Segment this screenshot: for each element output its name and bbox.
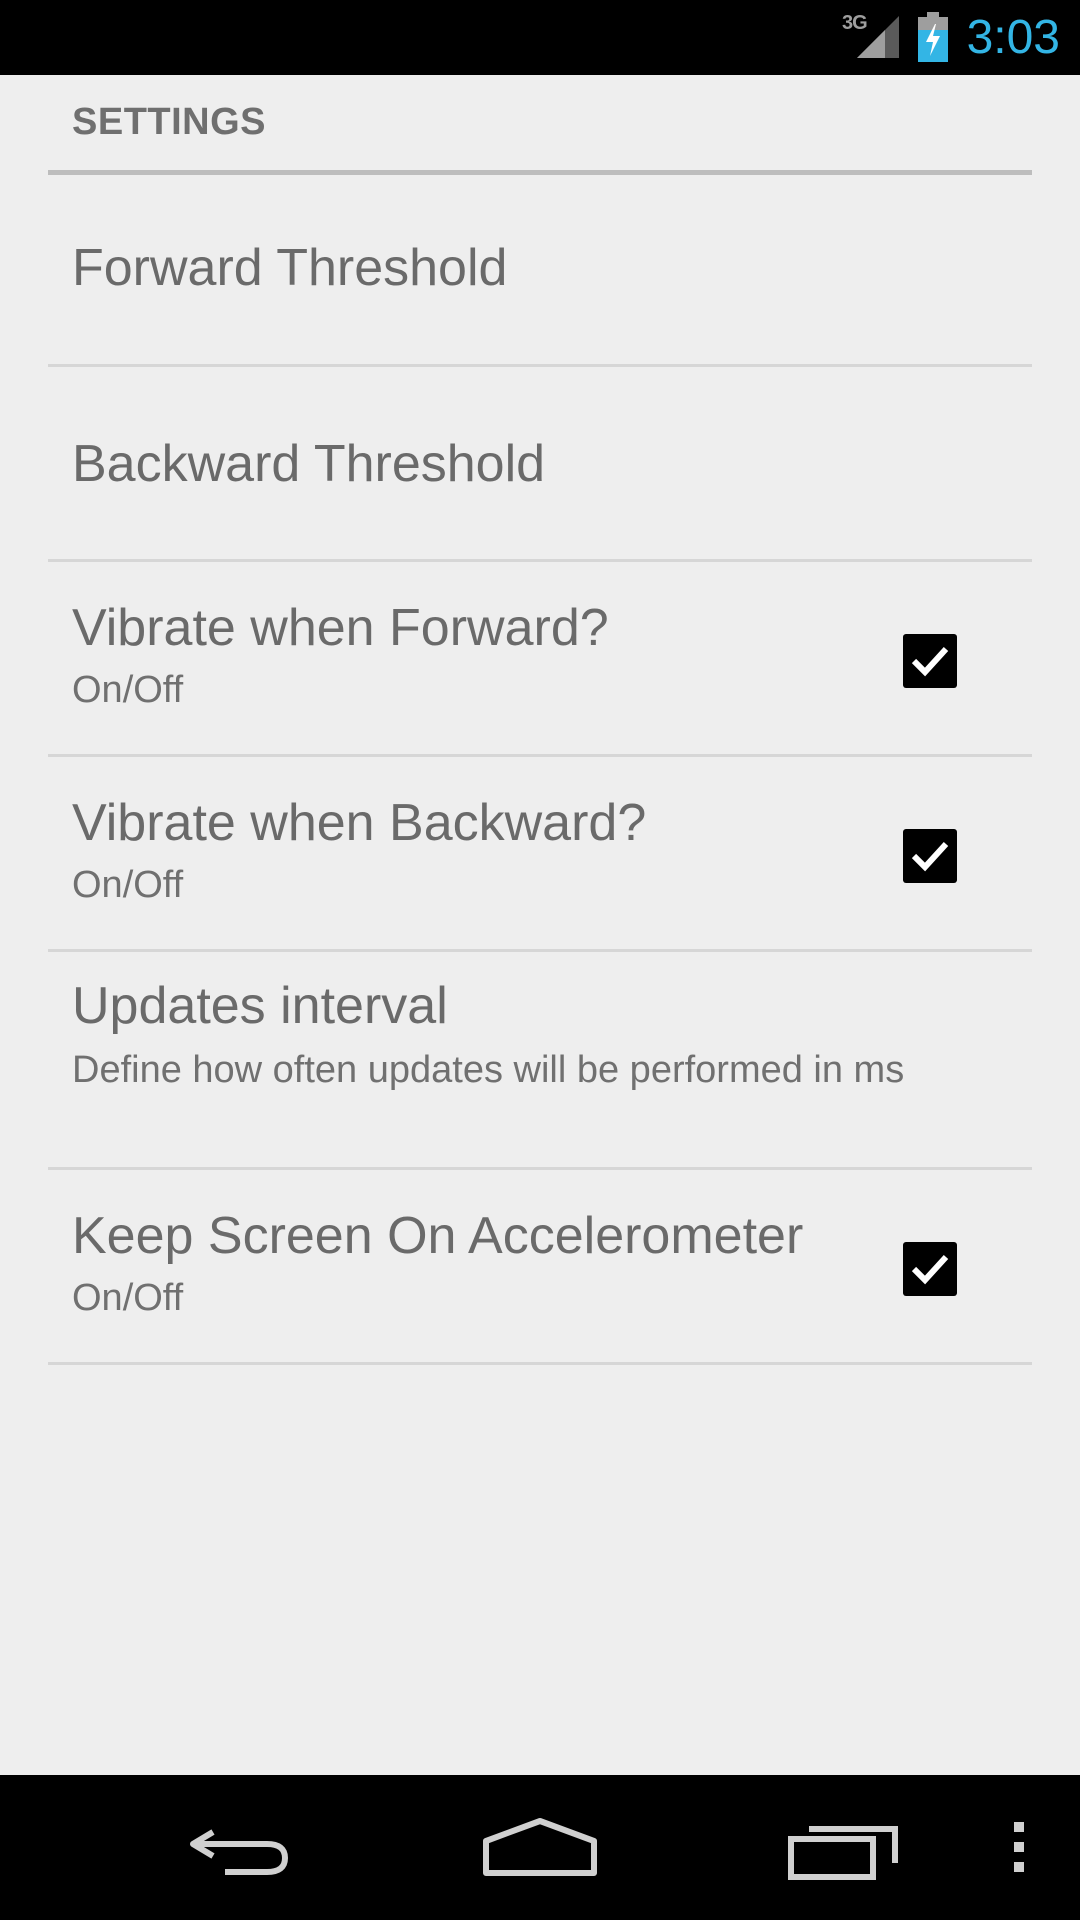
checkmark-icon [911,1254,949,1285]
pref-title: Forward Threshold [72,239,508,297]
pref-updates-interval[interactable]: Updates interval Define how often update… [48,952,1032,1170]
recent-apps-icon [788,1826,898,1880]
status-clock: 3:03 [966,11,1060,64]
home-button[interactable] [460,1775,620,1920]
overflow-menu-icon [1014,1822,1024,1872]
pref-backward-threshold[interactable]: Backward Threshold [48,367,1032,562]
pref-summary: On/Off [72,669,184,711]
pref-keep-screen-on[interactable]: Keep Screen On Accelerometer On/Off [48,1170,1032,1365]
back-button[interactable] [160,1775,320,1920]
overflow-menu-button[interactable] [980,1775,1060,1920]
pref-title: Vibrate when Forward? [72,599,609,657]
pref-summary: On/Off [72,864,184,906]
pref-title: Updates interval [72,977,448,1035]
vibrate-backward-checkbox[interactable] [903,829,957,883]
keep-screen-on-checkbox[interactable] [903,1242,957,1296]
signal-strength-icon [857,16,899,58]
pref-forward-threshold[interactable]: Forward Threshold [48,175,1032,367]
pref-title: Backward Threshold [72,435,546,493]
pref-vibrate-backward[interactable]: Vibrate when Backward? On/Off [48,757,1032,952]
settings-section-header: SETTINGS [48,75,1032,175]
checkmark-icon [911,646,949,677]
pref-title: Keep Screen On Accelerometer [72,1207,804,1265]
vibrate-forward-checkbox[interactable] [903,634,957,688]
checkmark-icon [911,841,949,872]
status-bar: 3G 3:03 [0,0,1080,75]
recent-apps-button[interactable] [765,1775,925,1920]
pref-title: Vibrate when Backward? [72,794,647,852]
section-title: SETTINGS [72,101,267,143]
pref-summary: Define how often updates will be perform… [72,1049,905,1091]
settings-screen: SETTINGS Forward Threshold Backward Thre… [0,75,1080,1775]
pref-vibrate-forward[interactable]: Vibrate when Forward? On/Off [48,562,1032,757]
navigation-bar [0,1775,1080,1920]
battery-charging-icon [918,12,948,62]
home-icon [483,1818,597,1876]
back-icon [190,1829,289,1875]
pref-summary: On/Off [72,1277,184,1319]
